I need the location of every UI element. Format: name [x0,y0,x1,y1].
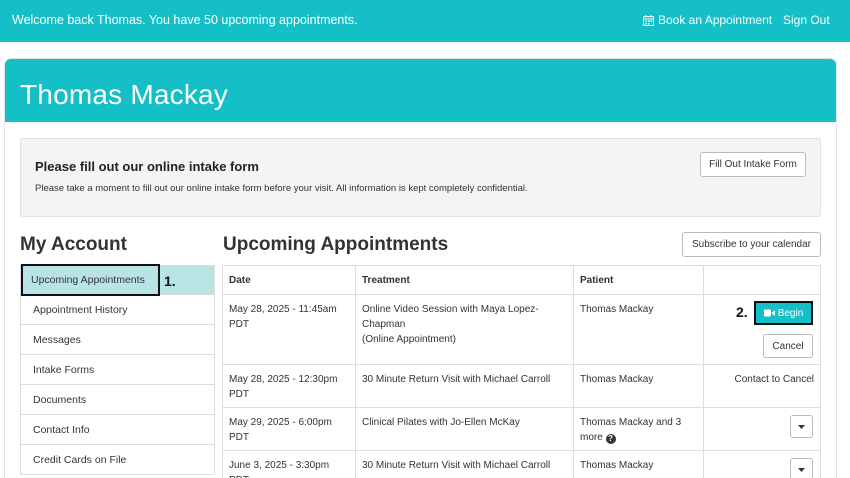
table-row: June 3, 2025 - 3:30pm PDT 30 Minute Retu… [223,451,820,478]
top-bar: Welcome back Thomas. You have 50 upcomin… [0,0,850,42]
step-marker-2: 2. [736,304,748,320]
appointment-patient: Thomas Mackay [574,295,704,364]
appointment-actions [704,408,820,450]
appointment-patient: Thomas Mackay [574,365,704,407]
fill-out-intake-button[interactable]: Fill Out Intake Form [700,152,806,177]
my-account-heading: My Account [20,234,127,255]
account-menu: Upcoming Appointments Appointment Histor… [20,264,215,475]
menu-item-label: Documents [33,393,87,406]
menu-item-upcoming-appointments[interactable]: Upcoming Appointments [20,264,215,296]
step-marker-1: 1. [164,273,176,289]
table-header-row: Date Treatment Patient [223,266,820,295]
help-icon[interactable]: ? [605,433,616,444]
treatment-type: (Online Appointment) [362,334,456,345]
calendar-icon [643,14,654,26]
menu-item-contact-info[interactable]: Contact Info [20,415,215,445]
subscribe-calendar-button[interactable]: Subscribe to your calendar [682,232,821,257]
appointment-actions: Begin Cancel [704,295,820,364]
appointment-date: May 28, 2025 - 12:30pm PDT [223,365,356,407]
upcoming-appointments-heading: Upcoming Appointments [223,234,449,255]
appointment-treatment: Clinical Pilates with Jo-Ellen McKay [356,408,574,450]
treatment-name: Online Video Session with Maya Lopez-Cha… [362,304,539,330]
table-row: May 28, 2025 - 11:45am PDT Online Video … [223,295,820,365]
caret-down-icon [798,467,805,472]
table-row: May 28, 2025 - 12:30pm PDT 30 Minute Ret… [223,365,820,408]
video-camera-icon [763,309,775,317]
column-header-patient: Patient [574,266,704,294]
appointment-patient: Thomas Mackay [574,451,704,478]
card-header: Thomas Mackay [5,59,836,122]
menu-item-label: Upcoming Appointments [21,264,160,296]
appointment-treatment: 30 Minute Return Visit with Michael Carr… [356,365,574,407]
menu-item-appointment-history[interactable]: Appointment History [20,295,215,325]
sign-out-link[interactable]: Sign Out [783,13,830,27]
book-appointment-link[interactable]: Book an Appointment [643,13,772,27]
welcome-message: Welcome back Thomas. You have 50 upcomin… [12,13,358,27]
appointment-treatment: 30 Minute Return Visit with Michael Carr… [356,451,574,478]
intake-description: Please take a moment to fill out our onl… [35,183,528,194]
appointments-table: Date Treatment Patient May 28, 2025 - 11… [222,265,821,478]
column-header-actions [704,266,820,294]
menu-item-documents[interactable]: Documents [20,385,215,415]
book-appointment-label: Book an Appointment [658,13,773,27]
appointment-actions [704,451,820,478]
appointment-date: May 28, 2025 - 11:45am PDT [223,295,356,364]
menu-item-label: Credit Cards on File [33,453,127,466]
actions-dropdown-button[interactable] [790,458,813,478]
cancel-appointment-button[interactable]: Cancel [763,334,813,358]
menu-item-label: Messages [33,333,81,346]
begin-video-button[interactable]: Begin [754,301,813,325]
actions-dropdown-button[interactable] [790,415,813,438]
intake-notice: Please fill out our online intake form P… [20,138,821,217]
menu-item-credit-cards[interactable]: Credit Cards on File [20,445,215,475]
table-row: May 29, 2025 - 6:00pm PDT Clinical Pilat… [223,408,820,451]
column-header-treatment: Treatment [356,266,574,294]
appointment-treatment: Online Video Session with Maya Lopez-Cha… [356,295,574,364]
menu-item-label: Appointment History [33,303,128,316]
appointment-actions: Contact to Cancel [704,365,820,407]
intake-title: Please fill out our online intake form [35,159,259,174]
menu-item-label: Contact Info [33,423,90,436]
menu-item-label: Intake Forms [33,363,95,376]
appointment-date: June 3, 2025 - 3:30pm PDT [223,451,356,478]
begin-label: Begin [777,307,804,319]
contact-to-cancel-text: Contact to Cancel [734,374,815,385]
column-header-date: Date [223,266,356,294]
caret-down-icon [798,424,805,429]
page-title: Thomas Mackay [20,79,228,110]
patient-names: Thomas Mackay and 3 more [580,417,682,443]
appointment-patient: Thomas Mackay and 3 more ? [574,408,704,450]
appointment-date: May 29, 2025 - 6:00pm PDT [223,408,356,450]
menu-item-messages[interactable]: Messages [20,325,215,355]
menu-item-intake-forms[interactable]: Intake Forms [20,355,215,385]
